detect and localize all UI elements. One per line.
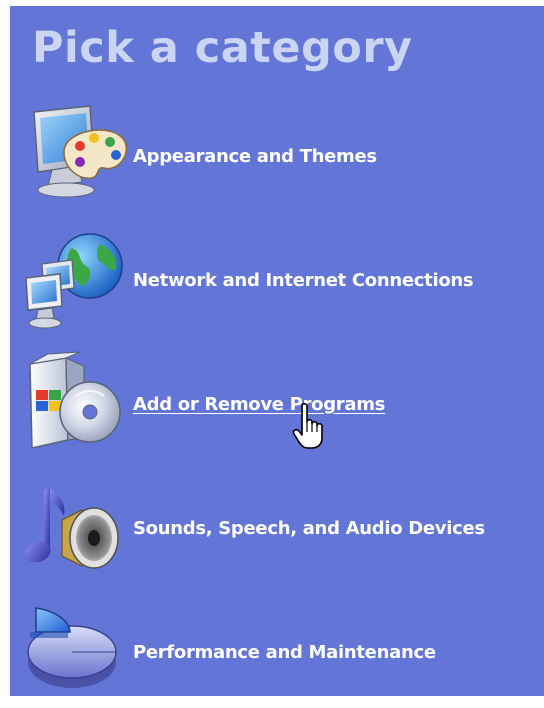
category-add-remove-programs[interactable]: Add or Remove Programs [20, 350, 540, 460]
appearance-themes-icon[interactable] [20, 102, 130, 212]
network-internet-icon[interactable] [20, 226, 130, 336]
category-panel: Pick a category Appearance and Themes Ne… [10, 6, 544, 696]
category-network-internet[interactable]: Network and Internet Connections [20, 226, 540, 336]
sounds-audio-icon[interactable] [20, 474, 130, 584]
category-label-performance-maintenance[interactable]: Performance and Maintenance [133, 642, 436, 663]
category-performance-maintenance[interactable]: Performance and Maintenance [20, 598, 540, 708]
category-label-appearance-themes[interactable]: Appearance and Themes [133, 146, 377, 167]
category-label-network-internet[interactable]: Network and Internet Connections [133, 270, 474, 291]
category-label-add-remove-programs[interactable]: Add or Remove Programs [133, 394, 385, 415]
page-title: Pick a category [32, 23, 413, 73]
category-appearance-themes[interactable]: Appearance and Themes [20, 102, 540, 212]
performance-maintenance-icon[interactable] [20, 598, 130, 708]
category-label-sounds-audio[interactable]: Sounds, Speech, and Audio Devices [133, 518, 485, 539]
add-remove-programs-icon[interactable] [20, 350, 130, 460]
category-sounds-audio[interactable]: Sounds, Speech, and Audio Devices [20, 474, 540, 584]
